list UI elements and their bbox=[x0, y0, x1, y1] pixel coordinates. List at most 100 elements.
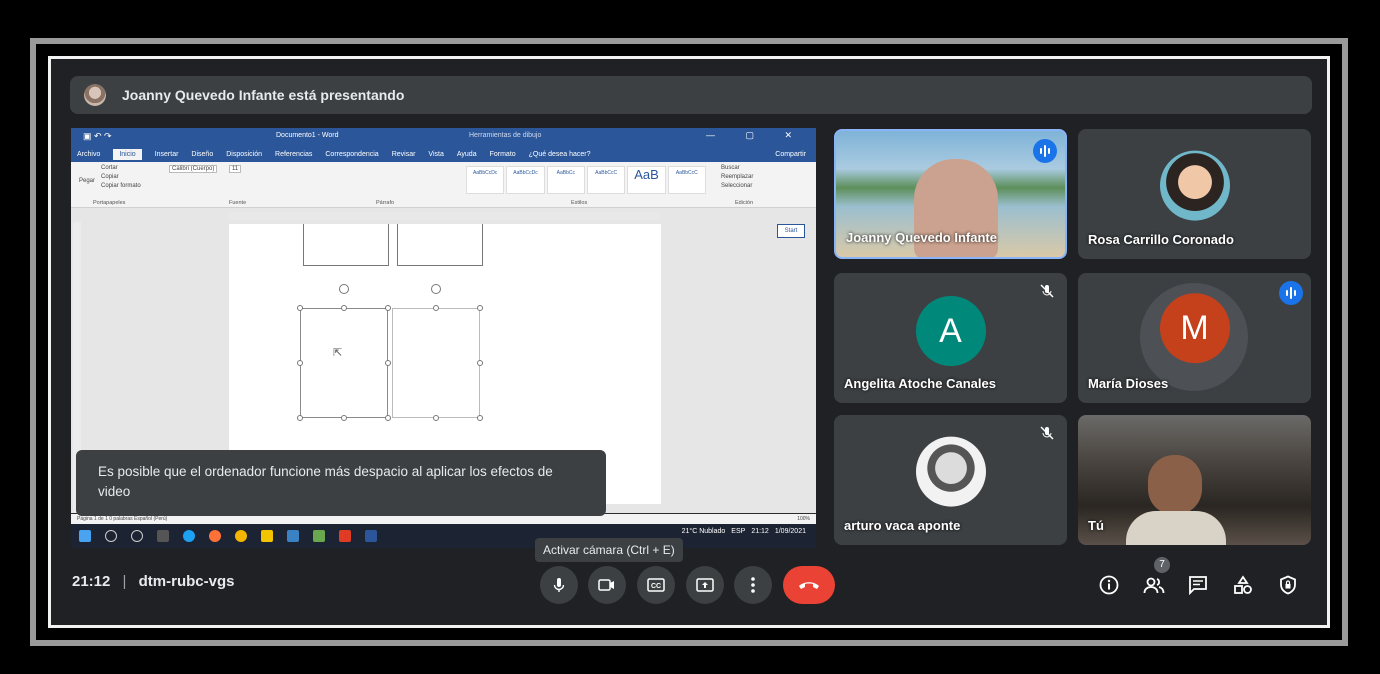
chat-button[interactable] bbox=[1185, 572, 1211, 598]
participant-tile-arturo[interactable]: arturo vaca aponte bbox=[834, 415, 1067, 545]
resize-handle bbox=[433, 415, 439, 421]
tab-correspondencia: Correspondencia bbox=[325, 150, 379, 158]
participant-name: María Dioses bbox=[1088, 376, 1169, 391]
group-fuente: Fuente bbox=[229, 200, 247, 206]
screen: Joanny Quevedo Infante está presentando … bbox=[0, 0, 1380, 674]
presenter-text: Joanny Quevedo Infante está presentando bbox=[122, 87, 405, 103]
tab-ayuda: Ayuda bbox=[456, 150, 477, 158]
captions-button[interactable]: CC bbox=[637, 566, 675, 604]
tell-me: ¿Qué desea hacer? bbox=[528, 150, 591, 158]
cursor-icon: ⇱ bbox=[333, 347, 343, 359]
font-size: 11 bbox=[229, 165, 242, 173]
style-3: AaBbCc bbox=[546, 166, 585, 194]
resize-handle bbox=[297, 360, 303, 366]
presenter-avatar bbox=[84, 84, 106, 106]
tab-formato: Formato bbox=[489, 150, 516, 158]
cortana-icon bbox=[131, 530, 143, 542]
self-video bbox=[1148, 455, 1202, 515]
captions-icon: CC bbox=[647, 578, 665, 592]
participant-name: Rosa Carrillo Coronado bbox=[1088, 232, 1234, 247]
resize-handle bbox=[297, 415, 303, 421]
shape-top-right bbox=[397, 224, 483, 266]
resize-handle bbox=[341, 415, 347, 421]
windows-taskbar: 21°C Nublado ESP 21:12 1/09/2021 bbox=[71, 524, 816, 548]
resize-handle bbox=[477, 305, 483, 311]
pdf-icon bbox=[339, 530, 351, 542]
side-box: Start bbox=[777, 224, 805, 238]
firefox-icon bbox=[209, 530, 221, 542]
clip-cortar: Cortar bbox=[101, 165, 118, 171]
resize-handle bbox=[341, 305, 347, 311]
style-6: AaBbCcC bbox=[667, 166, 706, 194]
speaking-icon bbox=[1033, 139, 1057, 163]
word-title-bar: ▣ ↶ ↷ Documento1 - Word Herramientas de … bbox=[71, 128, 816, 146]
meeting-time: 21:12 bbox=[72, 573, 111, 590]
resize-handle bbox=[385, 415, 391, 421]
windows-start-icon bbox=[79, 530, 91, 542]
camera-button[interactable] bbox=[588, 566, 626, 604]
camera-icon bbox=[598, 579, 614, 591]
participant-tile-joanny[interactable]: Joanny Quevedo Infante bbox=[834, 129, 1067, 259]
window-controls-icon: — ▢ ✕ bbox=[705, 130, 806, 140]
word-icon bbox=[365, 530, 377, 542]
meeting-code: dtm-rubc-vgs bbox=[138, 573, 235, 590]
participant-tile-self[interactable]: Tú bbox=[1078, 415, 1311, 545]
resize-handle bbox=[297, 305, 303, 311]
weather-text: 21°C Nublado bbox=[681, 528, 726, 535]
shape-selected-right bbox=[392, 308, 480, 418]
info-icon bbox=[1099, 575, 1119, 595]
tab-diseno: Diseño bbox=[191, 150, 214, 158]
font-name: Calibri (Cuerpo) bbox=[169, 165, 218, 173]
participants-button[interactable] bbox=[1141, 572, 1167, 598]
more-options-button[interactable] bbox=[734, 566, 772, 604]
mic-off-icon bbox=[1040, 426, 1054, 440]
edit-reemplazar: Reemplazar bbox=[721, 174, 754, 180]
search-icon bbox=[105, 530, 117, 542]
participant-name: Tú bbox=[1088, 518, 1104, 533]
status-text: Página 1 de 1 0 palabras Español (Perú) bbox=[77, 516, 168, 522]
word-ribbon: Cortar Copiar Copiar formato Pegar Calib… bbox=[71, 162, 816, 208]
tab-vista: Vista bbox=[428, 150, 444, 158]
clock-date: 1/09/2021 bbox=[774, 528, 806, 535]
participant-tile-angelita[interactable]: A Angelita Atoche Canales bbox=[834, 273, 1067, 403]
present-icon bbox=[696, 578, 714, 592]
activities-icon bbox=[1234, 575, 1252, 594]
present-button[interactable] bbox=[686, 566, 724, 604]
resize-handle bbox=[385, 360, 391, 366]
avatar bbox=[915, 436, 986, 507]
participant-tile-maria[interactable]: M María Dioses bbox=[1078, 273, 1311, 403]
meeting-details-button[interactable] bbox=[1096, 572, 1122, 598]
shape-top-left bbox=[303, 224, 389, 266]
performance-toast: Es posible que el ordenador funcione más… bbox=[76, 450, 606, 516]
divider: | bbox=[122, 573, 127, 590]
tab-inicio: Inicio bbox=[113, 148, 142, 160]
app-icon bbox=[287, 530, 299, 542]
lang-text: ESP bbox=[731, 528, 746, 535]
leave-call-button[interactable] bbox=[783, 566, 835, 604]
horizontal-ruler bbox=[229, 212, 661, 220]
quick-access-icon: ▣ ↶ ↷ bbox=[83, 131, 112, 141]
resize-handle bbox=[433, 305, 439, 311]
participant-count-badge: 7 bbox=[1154, 557, 1170, 573]
activities-button[interactable] bbox=[1230, 572, 1256, 598]
mic-button[interactable] bbox=[540, 566, 578, 604]
shield-lock-icon bbox=[1280, 575, 1296, 595]
tab-referencias: Referencias bbox=[275, 150, 313, 158]
participant-name: arturo vaca aponte bbox=[844, 518, 961, 533]
participant-name: Joanny Quevedo Infante bbox=[846, 230, 997, 245]
group-edicion: Edición bbox=[735, 200, 754, 206]
style-2: AaBbCcDc bbox=[506, 166, 545, 194]
mic-icon bbox=[553, 578, 565, 592]
participant-name: Angelita Atoche Canales bbox=[844, 376, 996, 391]
explorer-icon bbox=[261, 530, 273, 542]
participant-tile-rosa[interactable]: Rosa Carrillo Coronado bbox=[1078, 129, 1311, 259]
styles-gallery: AaBbCcDc AaBbCcDc AaBbCc AaBbCcC AaB AaB… bbox=[466, 166, 706, 194]
people-icon bbox=[1143, 577, 1165, 594]
tab-archivo: Archivo bbox=[77, 150, 101, 158]
host-controls-button[interactable] bbox=[1275, 572, 1301, 598]
edge-icon bbox=[183, 530, 195, 542]
rotate-handle-icon bbox=[339, 284, 349, 294]
chrome-icon bbox=[235, 530, 247, 542]
clip-copiar: Copiar bbox=[101, 174, 119, 180]
svg-text:CC: CC bbox=[651, 583, 661, 590]
